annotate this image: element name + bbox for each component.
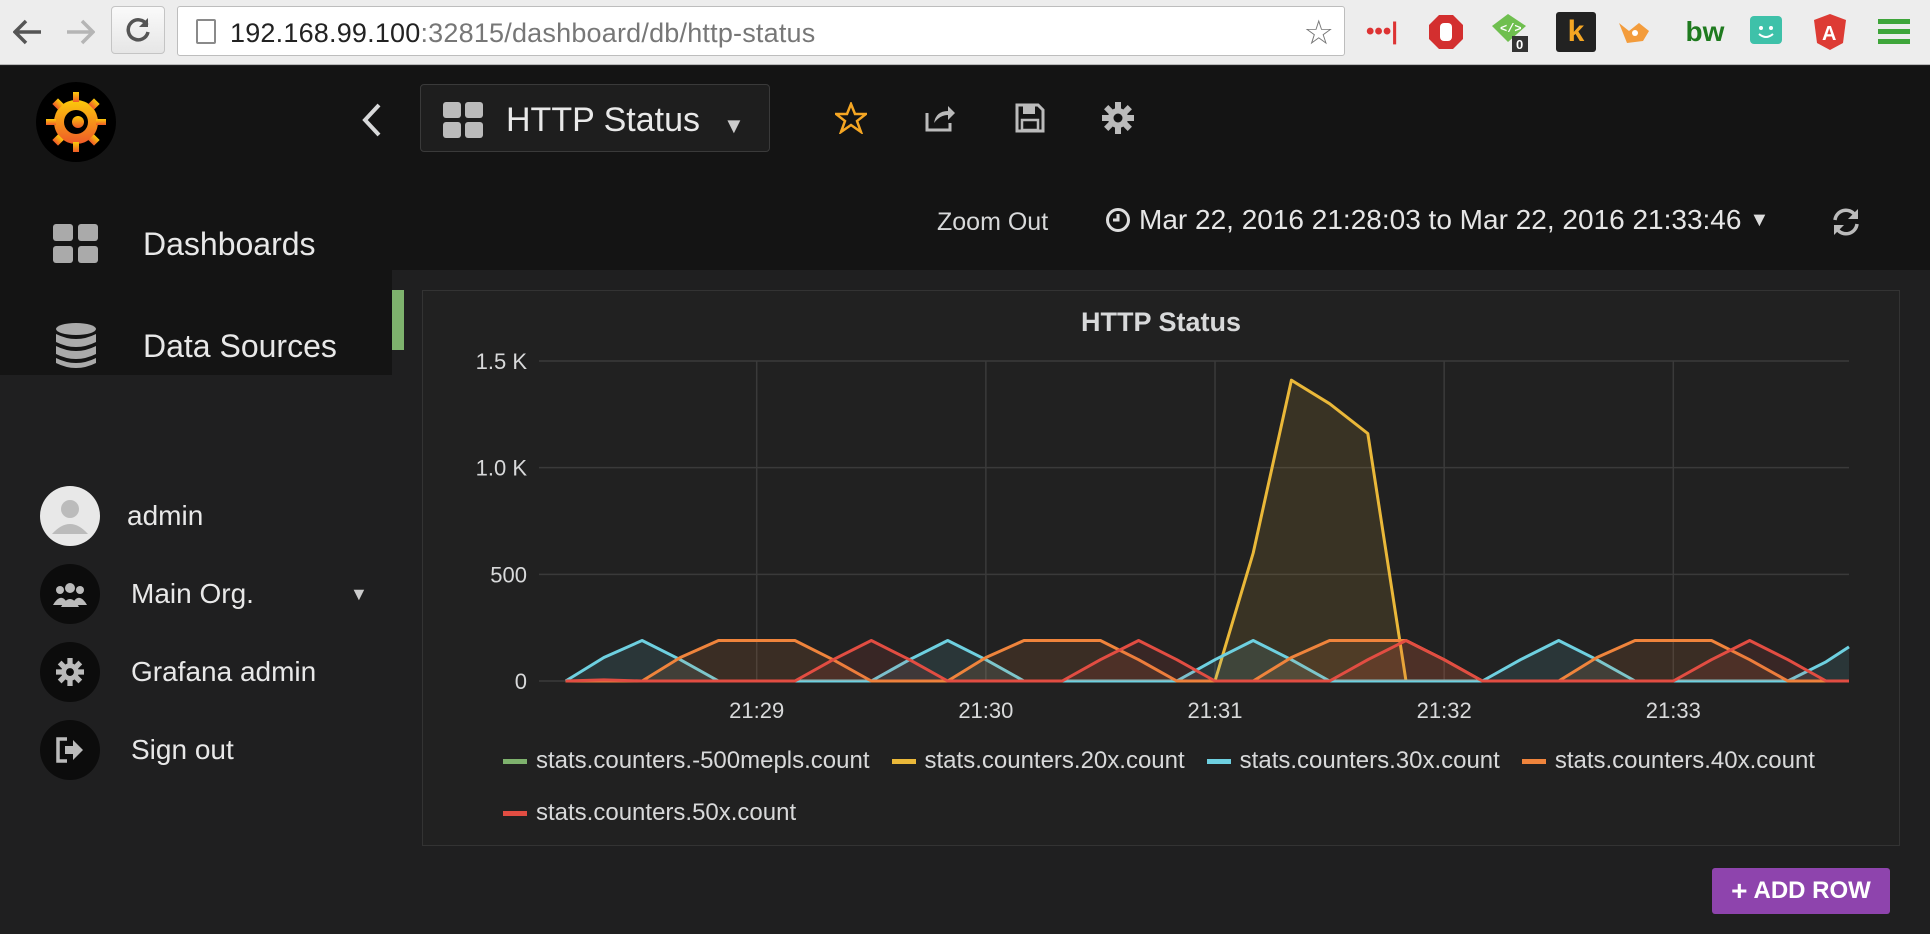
grafana-topbar xyxy=(0,66,1930,170)
sidebar-grafana-admin[interactable]: Grafana admin xyxy=(0,642,392,702)
chevron-down-icon: ▼ xyxy=(350,584,368,604)
legend-label: stats.counters.50x.count xyxy=(536,799,797,826)
gear-icon xyxy=(40,642,100,702)
user-name: admin xyxy=(127,500,204,531)
legend-swatch xyxy=(1521,758,1546,764)
sidebar-item-dashboards[interactable]: Dashboards xyxy=(0,194,392,294)
settings-gear-icon[interactable] xyxy=(1096,96,1140,140)
dashboard-title: HTTP Status xyxy=(506,101,700,139)
star-dashboard-icon[interactable] xyxy=(829,96,873,140)
legend-item[interactable]: stats.counters.50x.count xyxy=(503,787,796,839)
active-item-marker xyxy=(392,290,404,350)
legend-item[interactable]: stats.counters.40x.count xyxy=(1521,735,1815,787)
svg-text:</>: </> xyxy=(1500,22,1522,36)
legend-label: stats.counters.30x.count xyxy=(1239,747,1500,774)
builtwith-extension-icon[interactable]: bw xyxy=(1680,12,1730,52)
legend-label: stats.counters.20x.count xyxy=(924,747,1185,774)
legend-swatch xyxy=(1206,758,1231,764)
http-status-chart: 0 500 1.0 K 1.5 K 21:29 21:30 21:31 21:32 21:33 xyxy=(476,349,1850,723)
page-icon xyxy=(196,19,216,44)
share-icon[interactable] xyxy=(918,96,962,140)
legend-swatch xyxy=(503,758,527,764)
org-name: Main Org. xyxy=(131,578,254,609)
code-extension-icon[interactable]: </> 0 xyxy=(1490,12,1530,52)
sidebar-user-admin[interactable]: admin xyxy=(0,486,392,546)
legend-swatch xyxy=(503,810,527,816)
grafana-logo-icon[interactable] xyxy=(36,82,116,162)
legend-item[interactable]: stats.counters.20x.count xyxy=(891,735,1185,787)
browser-toolbar: 192.168.99.100:32815/dashboard/db/http-s… xyxy=(0,0,1930,65)
time-range-picker[interactable]: Mar 22, 2016 21:28:03 to Mar 22, 2016 21… xyxy=(1105,204,1769,236)
x-tick-label: 21:33 xyxy=(1646,698,1701,723)
klout-extension-icon[interactable]: k xyxy=(1556,12,1596,52)
admin-label: Grafana admin xyxy=(131,656,317,687)
svg-text:0: 0 xyxy=(1516,37,1523,52)
time-range-label: Mar 22, 2016 21:28:03 to Mar 22, 2016 21… xyxy=(1139,204,1742,235)
y-tick-label: 1.0 K xyxy=(476,456,528,481)
clock-icon xyxy=(1106,208,1130,232)
forward-icon[interactable] xyxy=(62,14,98,50)
zoom-out-button[interactable]: Zoom Out xyxy=(937,208,1048,237)
legend-item[interactable]: stats.counters.30x.count xyxy=(1206,735,1500,787)
add-row-button[interactable]: + ADD ROW xyxy=(1712,868,1890,914)
refresh-icon[interactable] xyxy=(1826,202,1866,242)
legend-label: stats.counters.-500mepls.count xyxy=(536,747,870,774)
chevron-down-icon: ▼ xyxy=(723,113,745,138)
sign-out-icon xyxy=(40,720,100,780)
dashboard-picker[interactable]: HTTP Status ▼ xyxy=(420,84,770,152)
address-bar[interactable]: 192.168.99.100:32815/dashboard/db/http-s… xyxy=(177,6,1345,56)
legend-item[interactable]: stats.counters.-500mepls.count xyxy=(503,735,870,787)
adblock-extension-icon[interactable] xyxy=(1426,12,1466,52)
bookmark-star-icon[interactable]: ☆ xyxy=(1304,13,1334,53)
chart-legend: stats.counters.-500mepls.count stats.coun… xyxy=(503,735,1883,839)
fox-extension-icon[interactable] xyxy=(1614,12,1654,52)
url-text: 192.168.99.100:32815/dashboard/db/http-s… xyxy=(230,18,816,48)
angular-extension-icon[interactable]: A xyxy=(1810,12,1850,52)
legend-swatch xyxy=(891,758,916,764)
graph-panel: HTTP Status 0 500 1.0 K 1.5 K 21:29 21:30 21:3… xyxy=(422,290,1900,846)
series-area xyxy=(565,380,1850,681)
reload-icon xyxy=(126,18,150,42)
add-row-label: ADD ROW xyxy=(1753,877,1871,904)
plus-icon: + xyxy=(1731,875,1748,906)
x-tick-label: 21:29 xyxy=(729,698,784,723)
chevron-down-icon: ▼ xyxy=(1749,208,1770,231)
series-line xyxy=(565,378,1849,683)
database-icon xyxy=(52,323,100,368)
y-tick-label: 0 xyxy=(515,669,527,694)
save-icon[interactable] xyxy=(1008,96,1052,140)
y-tick-label: 500 xyxy=(490,562,527,587)
back-icon[interactable] xyxy=(10,14,46,50)
users-group-icon xyxy=(40,564,100,624)
x-tick-label: 21:32 xyxy=(1417,698,1472,723)
dashboards-icon xyxy=(52,222,100,266)
x-tick-label: 21:30 xyxy=(958,698,1013,723)
svg-text:A: A xyxy=(1822,23,1836,45)
sidebar-collapse-icon[interactable] xyxy=(352,95,392,145)
lastpass-extension-icon[interactable]: •••| xyxy=(1362,12,1402,52)
chat-extension-icon[interactable] xyxy=(1746,12,1786,52)
sign-out-label: Sign out xyxy=(131,734,234,765)
sidebar-item-data-sources[interactable]: Data Sources xyxy=(0,296,392,396)
sidebar-item-label: Dashboards xyxy=(143,225,316,262)
avatar xyxy=(40,486,100,546)
x-tick-label: 21:31 xyxy=(1187,698,1242,723)
reload-button[interactable] xyxy=(111,6,165,54)
sidebar-org-switcher[interactable]: Main Org. ▼ xyxy=(0,564,392,624)
legend-label: stats.counters.40x.count xyxy=(1554,747,1815,774)
sidebar-item-label: Data Sources xyxy=(143,327,337,364)
y-tick-label: 1.5 K xyxy=(476,349,528,374)
chrome-menu-icon[interactable] xyxy=(1874,12,1914,52)
dashboards-grid-icon xyxy=(443,102,483,138)
sidebar-sign-out[interactable]: Sign out xyxy=(0,720,392,780)
